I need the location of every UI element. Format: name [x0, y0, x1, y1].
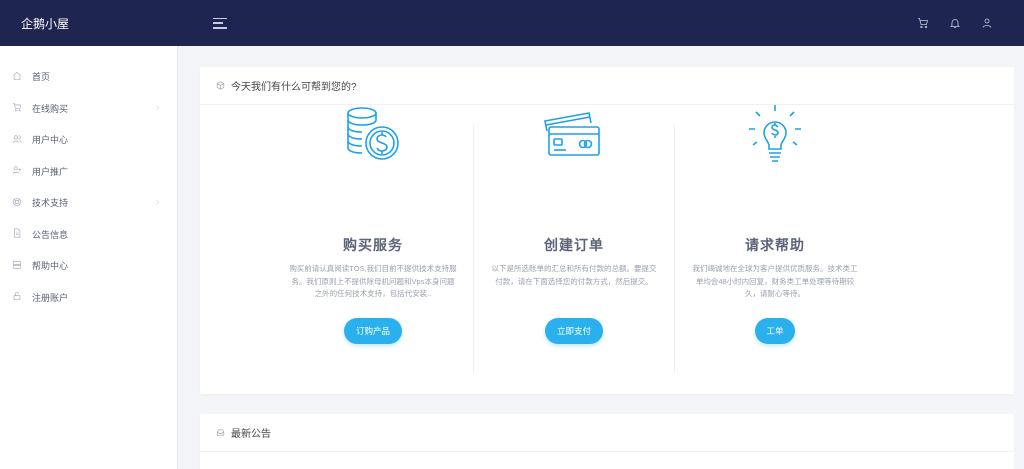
cart-icon[interactable] [916, 16, 930, 30]
coins-dollar-icon [342, 103, 404, 170]
support-icon [12, 197, 22, 209]
sidebar-item-home[interactable]: 首页 [0, 61, 177, 93]
sidebar-item-label: 公告信息 [32, 229, 69, 240]
sidebar-item-register[interactable]: 注册账户 [0, 282, 177, 314]
home-icon [12, 71, 22, 83]
sidebar-item-label: 技术支持 [32, 198, 69, 209]
top-icons [916, 16, 1024, 30]
cart-icon [12, 102, 22, 114]
credit-cards-icon [543, 111, 605, 166]
news-card-header: 最新公告 [200, 414, 1014, 452]
top-bar: 企鹅小屋 [0, 0, 1024, 46]
cube-icon [216, 81, 225, 90]
sidebar-item-help-center[interactable]: 帮助中心 [0, 250, 177, 282]
help-card: 今天我们有什么可帮到您的? 购买服务 购买前请认真阅读TOS,我们目前不提供技术… [200, 67, 1014, 394]
news-card: 最新公告 [200, 414, 1014, 469]
menu-toggle-icon[interactable] [213, 17, 227, 29]
sidebar: 首页 在线购买 用户中心 用户推广 技术支持 公告信息 帮助中心 注册账户 [0, 46, 178, 469]
service-column-buy: 购买服务 购买前请认真阅读TOS,我们目前不提供技术支持服务。我们原则上不提供除… [273, 107, 473, 373]
sidebar-item-label: 帮助中心 [32, 261, 69, 272]
service-description: 我们竭诚地在全球为客户提供优质服务。技术类工单均会48小时内回复，财务类工单处理… [692, 264, 858, 298]
service-description: 购买前请认真阅读TOS,我们目前不提供技术支持服务。我们原则上不提供除母机问题和… [289, 264, 457, 298]
service-column-order: 创建订单 以下是所选账单的汇总和所有付款的总额。要提交付款，请在下面选择您的付款… [474, 112, 674, 373]
sidebar-item-buy[interactable]: 在线购买 [0, 93, 177, 125]
sidebar-item-label: 在线购买 [32, 103, 69, 114]
service-title: 购买服务 [343, 237, 403, 253]
pay-now-button[interactable]: 立即支付 [545, 318, 603, 344]
users-icon [12, 134, 22, 146]
chevron-right-icon [154, 198, 161, 208]
sidebar-item-support[interactable]: 技术支持 [0, 187, 177, 219]
sidebar-item-label: 注册账户 [32, 292, 69, 303]
user-icon[interactable] [980, 16, 994, 30]
sidebar-item-user-center[interactable]: 用户中心 [0, 124, 177, 156]
service-title: 请求帮助 [745, 237, 805, 253]
service-column-help: 请求帮助 我们竭诚地在全球为客户提供优质服务。技术类工单均会48小时内回复，财务… [675, 105, 875, 373]
service-title: 创建订单 [544, 237, 604, 253]
user-plus-icon [12, 165, 22, 177]
file-icon [12, 228, 22, 240]
lock-icon [12, 291, 22, 303]
bell-icon[interactable] [948, 16, 962, 30]
help-card-title: 今天我们有什么可帮到您的? [231, 82, 357, 93]
help-card-header: 今天我们有什么可帮到您的? [200, 67, 1014, 105]
lightbulb-dollar-icon [744, 103, 806, 170]
chevron-right-icon [154, 103, 161, 113]
service-description: 以下是所选账单的汇总和所有付款的总额。要提交付款，请在下面选择您的付款方式，然后… [491, 264, 657, 286]
sidebar-item-label: 用户推广 [32, 166, 69, 177]
brand-name[interactable]: 企鹅小屋 [0, 15, 178, 32]
ticket-button[interactable]: 工单 [755, 318, 795, 344]
service-columns: 购买服务 购买前请认真阅读TOS,我们目前不提供技术支持服务。我们原则上不提供除… [200, 105, 1014, 373]
sidebar-item-announcements[interactable]: 公告信息 [0, 219, 177, 251]
news-card-title: 最新公告 [231, 429, 271, 440]
inbox-icon [216, 429, 225, 436]
server-icon [12, 260, 22, 272]
sidebar-item-label: 用户中心 [32, 135, 69, 146]
order-product-button[interactable]: 订购产品 [344, 318, 402, 344]
sidebar-item-label: 首页 [32, 72, 51, 83]
sidebar-item-referral[interactable]: 用户推广 [0, 156, 177, 188]
